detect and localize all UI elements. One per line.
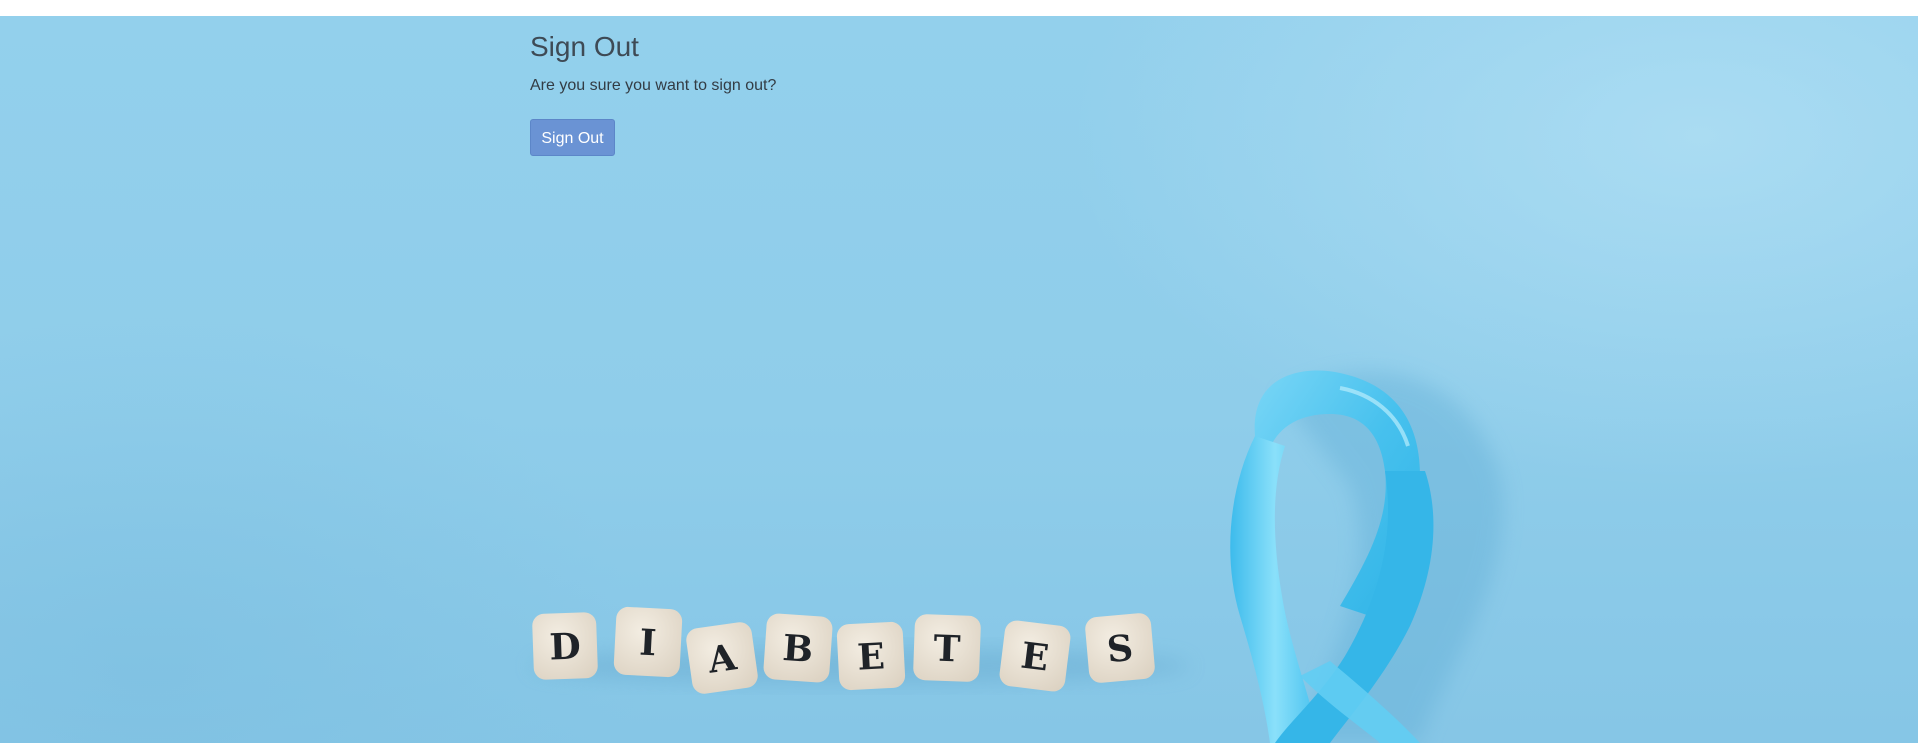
cube-letter: S — [1105, 627, 1135, 671]
sign-out-panel: Sign Out Are you sure you want to sign o… — [530, 32, 776, 156]
cube-letter: B — [781, 627, 814, 671]
page-title: Sign Out — [530, 31, 639, 62]
cube-letter: E — [856, 635, 886, 678]
cube-letter: T — [933, 628, 961, 671]
sign-out-button[interactable]: Sign Out — [530, 119, 615, 156]
sign-out-confirmation-message: Are you sure you want to sign out? — [530, 77, 777, 94]
background-photo: D I A B E T E S Sign Out Are you sure yo… — [0, 16, 1918, 743]
cube-letter: D — [549, 625, 582, 668]
letter-cubes: D I A B E T E S — [532, 606, 1155, 694]
diabetes-awareness-illustration: D I A B E T E S — [530, 370, 1504, 743]
cube-letter: E — [1019, 634, 1051, 679]
cube-letter: I — [638, 622, 657, 665]
